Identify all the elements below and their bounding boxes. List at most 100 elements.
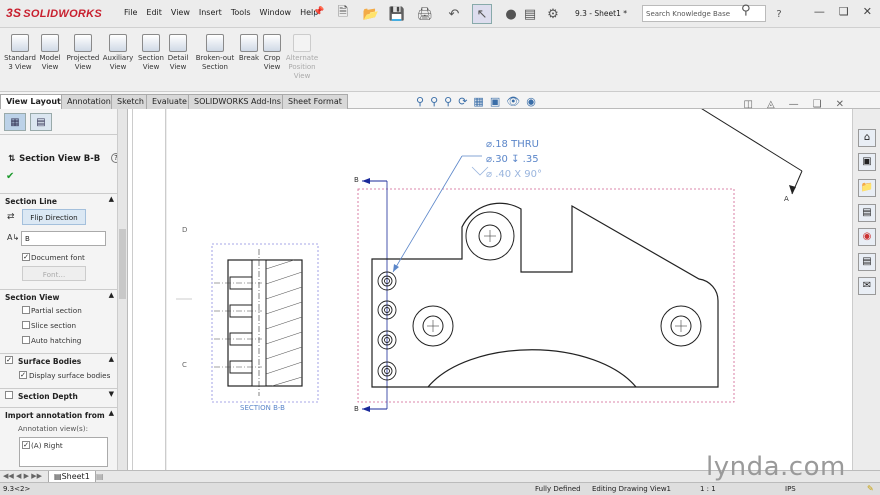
options-gear-icon[interactable]: ⚙ — [542, 4, 564, 24]
rotate-icon[interactable]: ⟳ — [458, 95, 467, 108]
menu-view[interactable]: View — [171, 8, 190, 17]
auto-hatching-checkbox[interactable] — [22, 336, 30, 344]
task-pane: ⌂ ▣ 📁 ▤ ◉ ▤ ✉ — [852, 109, 880, 470]
rebuild-traffic-light-icon[interactable]: ● — [503, 4, 519, 24]
panel-tabs: ▦ ▤ — [0, 109, 127, 135]
flip-direction-icon: ⇄ — [7, 212, 15, 222]
section-label-input[interactable]: B — [21, 231, 106, 246]
configuration-tab-icon[interactable]: ▤ — [30, 113, 52, 131]
section-marker-top: B — [354, 176, 359, 184]
menu-file[interactable]: File — [124, 8, 137, 17]
display-surface-bodies-label: Display surface bodies — [29, 371, 111, 380]
property-manager-tab-icon[interactable]: ▦ — [4, 113, 26, 131]
print-icon[interactable]: 🖨 — [416, 4, 434, 24]
standard-3-view-icon — [11, 34, 29, 52]
menu-edit[interactable]: Edit — [146, 8, 162, 17]
hole-callout-leader — [392, 155, 463, 273]
right-view-checkbox[interactable]: ✓ — [22, 441, 30, 449]
lynda-watermark: lynda.com — [706, 452, 846, 482]
slice-section-checkbox[interactable] — [22, 321, 30, 329]
surface-bodies-checkbox[interactable]: ✓ — [5, 356, 13, 364]
custom-properties-icon[interactable]: ▤ — [858, 253, 876, 271]
surface-bodies-header[interactable]: Surface Bodies ▲ — [0, 353, 118, 367]
panel-scrollbar[interactable] — [117, 109, 127, 470]
document-name: 9.3 - Sheet1 * — [575, 9, 627, 18]
hide-show-items-icon[interactable]: 👁 — [506, 95, 520, 108]
partial-section-checkbox[interactable] — [22, 306, 30, 314]
view-palette-icon[interactable]: ▤ — [858, 204, 876, 222]
menu-window[interactable]: Window — [260, 8, 292, 17]
tab-annotation[interactable]: Annotation — [61, 94, 117, 109]
ok-check-icon[interactable]: ✔ — [6, 171, 14, 182]
close-icon[interactable]: ✕ — [863, 5, 872, 18]
status-editing: Editing Drawing View1 — [592, 485, 672, 493]
display-surface-bodies-checkbox[interactable]: ✓ — [19, 371, 27, 379]
projected-view-button[interactable]: Projected View — [65, 34, 101, 72]
property-manager: ▦ ▤ ⇅ Section View B-B ? ✔ Section Line ▲ … — [0, 109, 128, 470]
import-annotation-header[interactable]: Import annotation from ▲ — [0, 407, 118, 421]
view-orientation-icon[interactable]: ▦ — [473, 95, 483, 108]
tab-view-layout[interactable]: View Layout — [0, 94, 67, 109]
design-library-icon[interactable]: ▣ — [858, 153, 876, 171]
rebuild-status-icon[interactable]: ✎ — [867, 484, 874, 493]
annotation-views-label: Annotation view(s): — [18, 424, 89, 433]
document-font-checkbox[interactable]: ✓ — [22, 253, 30, 261]
appearances-icon[interactable]: ◉ — [858, 228, 876, 246]
previous-view-icon[interactable]: ⚲ — [444, 95, 452, 108]
tab-sheet-format[interactable]: Sheet Format — [282, 94, 348, 109]
sheet-nav-icon[interactable]: ◀◀ ◀ ▶ ▶▶ — [3, 472, 42, 480]
font-button[interactable]: Font... — [22, 266, 86, 281]
file-explorer-icon[interactable]: 📁 — [858, 179, 876, 197]
panel-scroll-thumb[interactable] — [119, 229, 126, 299]
solidworks-logo[interactable]: 3S SOLIDWORKS — [6, 6, 102, 20]
zoom-to-area-icon[interactable]: ⚲ — [430, 95, 438, 108]
section-depth-header[interactable]: Section Depth ▼ — [0, 388, 118, 402]
section-depth-checkbox[interactable] — [5, 391, 13, 399]
flip-direction-button[interactable]: Flip Direction — [22, 209, 86, 225]
auxiliary-view-button[interactable]: Auxiliary View — [100, 34, 136, 72]
search-icon[interactable]: ⚲ — [741, 3, 751, 18]
solidworks-resources-home-icon[interactable]: ⌂ — [858, 129, 876, 147]
section-view-icon: ⇅ — [8, 154, 16, 164]
expand-caret-icon: ▼ — [108, 390, 114, 398]
part-outline — [371, 202, 719, 388]
menu-insert[interactable]: Insert — [199, 8, 222, 17]
file-properties-icon[interactable]: ▤ — [522, 4, 538, 24]
open-folder-icon[interactable]: 📂 — [360, 4, 382, 24]
tab-sketch[interactable]: Sketch — [111, 94, 150, 109]
view-marker-a: A — [784, 195, 789, 203]
detail-view-icon — [169, 34, 187, 52]
appearance-sphere-icon[interactable]: ◉ — [526, 95, 536, 108]
broken-out-section-button[interactable]: Broken-out Section — [194, 34, 236, 72]
drawing-canvas[interactable]: ⚲ ⚲ ⚲ ⟳ ▦ ▣ 👁 ◉ ◫ ◬ — ❑ ✕ D C A SECTION … — [166, 95, 852, 470]
forum-icon[interactable]: ✉ — [858, 277, 876, 295]
status-units[interactable]: IPS — [785, 485, 796, 493]
tab-evaluate[interactable]: Evaluate — [146, 94, 193, 109]
tab-solidworks-add-ins[interactable]: SOLIDWORKS Add-Ins — [188, 94, 287, 109]
alternate-position-view-button[interactable]: Alternate Position View — [284, 34, 320, 81]
menu-tools[interactable]: Tools — [231, 8, 251, 17]
help-question-icon[interactable]: ? — [772, 4, 786, 24]
status-scale[interactable]: 1 : 1 — [700, 485, 716, 493]
sheet-left-margin — [128, 109, 166, 470]
select-cursor-icon[interactable]: ↖ — [472, 4, 492, 24]
section-view-label: SECTION B-B — [240, 404, 285, 412]
section-line-header[interactable]: Section Line ▲ — [0, 193, 118, 207]
section-view-header[interactable]: Section View ▲ — [0, 289, 118, 303]
zoom-to-fit-icon[interactable]: ⚲ — [416, 95, 424, 108]
new-document-icon[interactable]: 🗎 — [334, 4, 352, 24]
display-style-icon[interactable]: ▣ — [490, 95, 500, 108]
label-letter-icon: A↳ — [7, 233, 20, 242]
view-arrow-a-line — [701, 109, 803, 172]
hole-callout-countersink: ⌀ .40 X 90° — [486, 169, 542, 180]
save-icon[interactable]: 💾 — [388, 4, 406, 24]
hole-callout-thru: ⌀.18 THRU — [486, 139, 539, 150]
restore-icon[interactable]: ❑ — [839, 5, 849, 18]
undo-icon[interactable]: ↶ — [444, 4, 464, 24]
add-sheet-icon[interactable]: ▤ — [96, 472, 104, 481]
detail-view-button[interactable]: Detail View — [160, 34, 196, 72]
minimize-icon[interactable]: — — [814, 5, 825, 18]
partial-section-label: Partial section — [31, 306, 82, 315]
pin-icon[interactable]: 📌 — [313, 7, 324, 17]
model-view-button[interactable]: Model View — [32, 34, 68, 72]
